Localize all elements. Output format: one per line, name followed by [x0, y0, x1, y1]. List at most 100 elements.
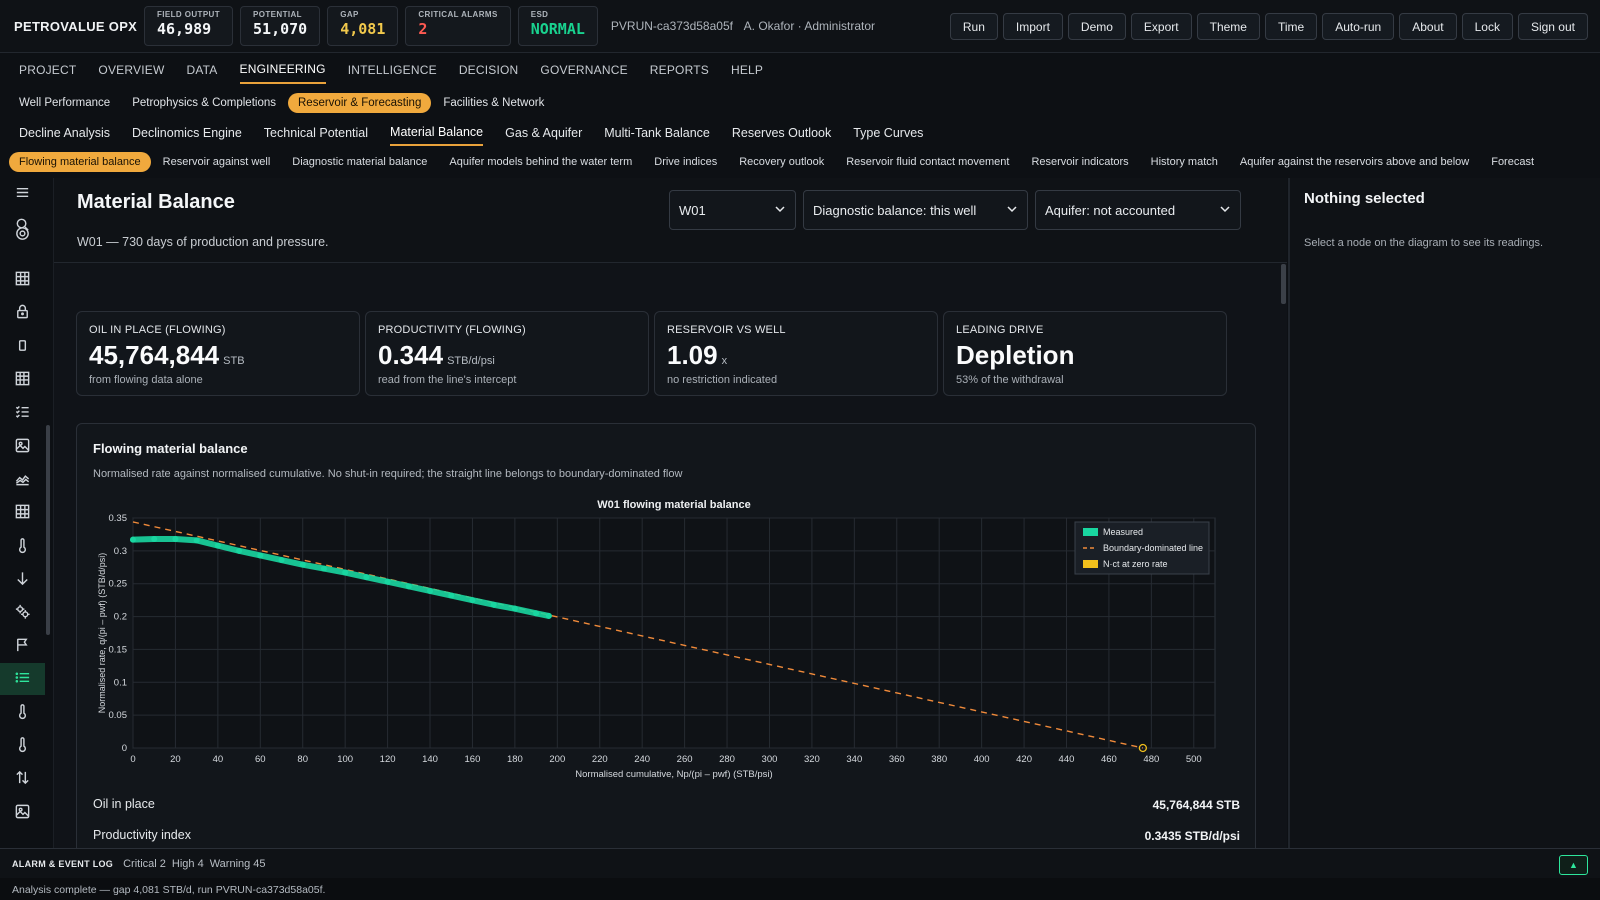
aquifer-select[interactable]: Aquifer: not accounted — [1035, 190, 1241, 230]
kpi-card-value: 1.09 x — [667, 340, 727, 371]
fact-label-oip: Oil in place — [93, 797, 155, 811]
tab-material-balance[interactable]: Material Balance — [390, 120, 484, 146]
subnav-facilities-network[interactable]: Facilities & Network — [433, 93, 554, 113]
sidebar-item-12[interactable] — [0, 564, 45, 596]
auto-run-button[interactable]: Auto-run — [1322, 13, 1395, 40]
measured-point — [257, 552, 264, 559]
x-tick-label: 260 — [677, 754, 693, 765]
nav-reports[interactable]: REPORTS — [650, 57, 709, 83]
sidebar-item-13[interactable] — [0, 597, 45, 629]
view-aquifer-against-the-reservoirs-above-and-below[interactable]: Aquifer against the reservoirs above and… — [1230, 152, 1479, 172]
sidebar-item-6[interactable] — [0, 364, 45, 396]
tab-gas-aquifer[interactable]: Gas & Aquifer — [505, 121, 582, 145]
sidebar-item-10[interactable] — [0, 497, 45, 529]
kpi-card-oil-in-place-flowing: OIL IN PLACE (FLOWING) 45,764,844 STB from … — [76, 311, 360, 396]
content-scrollbar[interactable] — [1281, 264, 1286, 304]
x-tick-label: 0 — [130, 754, 135, 765]
balance-mode-select[interactable]: Diagnostic balance: this well — [803, 190, 1028, 230]
alarm-log-toggle-button[interactable]: ▲ — [1559, 855, 1588, 875]
sidebar-item-9[interactable] — [0, 464, 45, 496]
sidebar-item-5[interactable] — [0, 331, 45, 363]
y-axis-label: Normalised rate, q/(pi – pwf) (STB/d/psi… — [97, 553, 107, 714]
list-icon — [14, 669, 31, 689]
measured-point — [278, 557, 285, 564]
sidebar-item-8[interactable] — [0, 431, 45, 463]
view-reservoir-fluid-contact-movement[interactable]: Reservoir fluid contact movement — [836, 152, 1019, 172]
kpi-card-unit: STB/d/psi — [447, 355, 495, 367]
lock-button[interactable]: Lock — [1461, 13, 1513, 40]
measured-point — [384, 578, 391, 585]
view-diagnostic-material-balance[interactable]: Diagnostic material balance — [282, 152, 437, 172]
main-content: Material Balance W01 — 730 days of produ… — [53, 178, 1287, 848]
tab-technical-potential[interactable]: Technical Potential — [264, 121, 368, 145]
nav-overview[interactable]: OVERVIEW — [98, 57, 164, 83]
alarm-log-bar: ALARM & EVENT LOG Critical 2 High 4 Warn… — [0, 848, 1600, 878]
details-title: Nothing selected — [1304, 190, 1425, 207]
view-history-match[interactable]: History match — [1141, 152, 1228, 172]
about-button[interactable]: About — [1399, 13, 1457, 40]
measured-point — [193, 537, 200, 544]
nav-project[interactable]: PROJECT — [19, 57, 76, 83]
nav-decision[interactable]: DECISION — [459, 57, 519, 83]
view-aquifer-models-behind-the-water-term[interactable]: Aquifer models behind the water term — [439, 152, 642, 172]
swap-vertical-icon — [14, 769, 31, 789]
x-tick-label: 380 — [931, 754, 947, 765]
view-recovery-outlook[interactable]: Recovery outlook — [729, 152, 834, 172]
nav-engineering[interactable]: ENGINEERING — [239, 56, 326, 84]
page-header: Material Balance W01 — 730 days of produ… — [54, 178, 1287, 263]
kpi-value: 2 — [418, 20, 428, 38]
nav-governance[interactable]: GOVERNANCE — [540, 57, 627, 83]
sidebar-item-7[interactable] — [0, 397, 45, 429]
view-drive-indices[interactable]: Drive indices — [644, 152, 727, 172]
kpi-card-reservoir-vs-well: RESERVOIR VS WELL 1.09 x no restriction ind… — [654, 311, 938, 396]
sign-out-button[interactable]: Sign out — [1517, 13, 1588, 40]
sidebar-scrollbar[interactable] — [46, 425, 50, 635]
sidebar-item-0[interactable] — [0, 178, 45, 210]
sidebar-item-11[interactable] — [0, 531, 45, 563]
well-select[interactable]: W01 — [669, 190, 796, 230]
view-flowing-material-balance[interactable]: Flowing material balance — [9, 152, 151, 172]
kpi-card-leading-drive: LEADING DRIVE Depletion 53% of the withdra… — [943, 311, 1227, 396]
sidebar-item-15[interactable] — [0, 663, 45, 695]
export-button[interactable]: Export — [1130, 13, 1192, 40]
time-button[interactable]: Time — [1264, 13, 1318, 40]
measured-point — [448, 592, 455, 599]
thermometer-icon — [14, 537, 31, 557]
nav-data[interactable]: DATA — [186, 57, 217, 83]
tab-multi-tank-balance[interactable]: Multi-Tank Balance — [604, 121, 710, 145]
x-tick-label: 300 — [762, 754, 778, 765]
view-reservoir-against-well[interactable]: Reservoir against well — [153, 152, 281, 172]
tab-decline-analysis[interactable]: Decline Analysis — [19, 121, 110, 145]
import-button[interactable]: Import — [1002, 13, 1063, 40]
sidebar-item-3[interactable] — [0, 264, 45, 296]
sidebar-item-16[interactable] — [0, 697, 45, 729]
sidebar-item-14[interactable] — [0, 630, 45, 662]
theme-button[interactable]: Theme — [1196, 13, 1260, 40]
tab-type-curves[interactable]: Type Curves — [853, 121, 923, 145]
sidebar-item-2[interactable] — [0, 228, 45, 242]
well-select-value: W01 — [679, 202, 706, 218]
nav-intelligence[interactable]: INTELLIGENCE — [348, 57, 437, 83]
demo-button[interactable]: Demo — [1067, 13, 1126, 40]
tab-reserves-outlook[interactable]: Reserves Outlook — [732, 121, 831, 145]
legend-swatch — [1083, 528, 1098, 536]
sidebar-item-17[interactable] — [0, 730, 45, 762]
nav-help[interactable]: HELP — [731, 57, 763, 83]
measured-point — [363, 574, 370, 581]
subnav-reservoir-forecasting[interactable]: Reservoir & Forecasting — [288, 93, 432, 113]
subnav-well-performance[interactable]: Well Performance — [9, 93, 120, 113]
x-tick-label: 40 — [213, 754, 224, 765]
balance-mode-value: Diagnostic balance: this well — [813, 202, 977, 218]
run-button[interactable]: Run — [949, 13, 998, 40]
view-reservoir-indicators[interactable]: Reservoir indicators — [1021, 152, 1138, 172]
chart-title: W01 flowing material balance — [597, 499, 750, 511]
sidebar-item-4[interactable] — [0, 297, 45, 329]
tab-declinomics-engine[interactable]: Declinomics Engine — [132, 121, 242, 145]
view-forecast[interactable]: Forecast — [1481, 152, 1544, 172]
sidebar-item-18[interactable] — [0, 763, 45, 795]
status-bar: Analysis complete — gap 4,081 STB/d, run… — [0, 878, 1600, 900]
subnav-petrophysics-completions[interactable]: Petrophysics & Completions — [122, 93, 286, 113]
session-info: PVRUN-ca373d58a05f A. Okafor · Administr… — [611, 19, 883, 33]
kpi-card-number: Depletion — [956, 340, 1075, 370]
sidebar-item-19[interactable] — [0, 797, 45, 829]
